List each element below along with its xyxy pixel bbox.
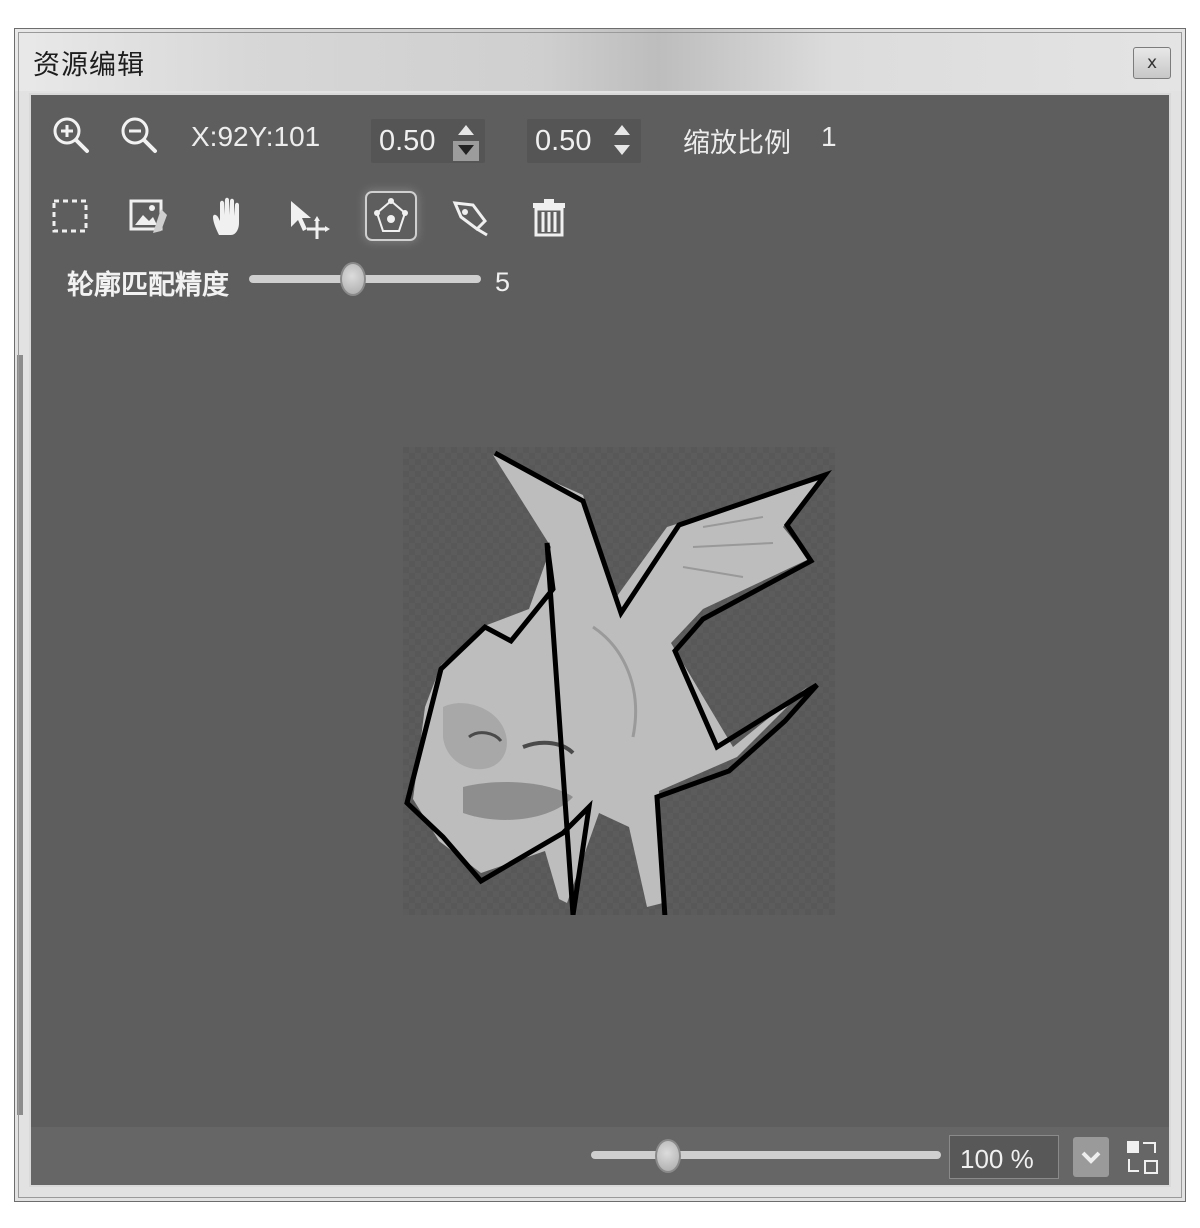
move-arrow-icon[interactable] <box>287 197 331 241</box>
spin-arrows-icon[interactable] <box>453 121 479 161</box>
pen-icon[interactable] <box>447 195 491 239</box>
scale-y-value: 0.50 <box>535 125 592 157</box>
resource-edit-window: 资源编辑 x X:92Y:101 0.50 0.50 缩放比例 1 轮廓匹配精度… <box>14 28 1186 1202</box>
editor-panel: X:92Y:101 0.50 0.50 缩放比例 1 轮廓匹配精度 5 100 … <box>17 93 1171 1187</box>
zoom-dropdown-button[interactable] <box>1073 1137 1109 1177</box>
scale-x-value: 0.50 <box>379 125 436 157</box>
zoom-slider[interactable] <box>591 1151 941 1159</box>
zoom-out-icon[interactable] <box>117 113 161 157</box>
contour-precision-label: 轮廓匹配精度 <box>67 270 229 300</box>
contour-icon[interactable] <box>369 195 413 239</box>
dragon-sprite-image <box>404 450 832 918</box>
contour-precision-slider-handle[interactable] <box>340 262 367 296</box>
scale-y-spinbox[interactable]: 0.50 <box>527 119 641 163</box>
image-edit-icon[interactable] <box>127 195 171 239</box>
fit-to-view-icon[interactable] <box>1125 1139 1159 1175</box>
zoom-slider-handle[interactable] <box>655 1139 681 1173</box>
scale-x-spinbox[interactable]: 0.50 <box>371 119 485 163</box>
chevron-down-icon <box>1081 1151 1101 1164</box>
spin-arrows-icon[interactable] <box>609 121 635 161</box>
rect-select-icon[interactable] <box>49 195 93 239</box>
hand-icon[interactable] <box>207 195 251 239</box>
sprite-canvas[interactable] <box>403 447 835 918</box>
contour-precision-value: 5 <box>495 267 511 297</box>
zoom-scale-label: 缩放比例 <box>683 128 791 158</box>
title-bar[interactable]: 资源编辑 x <box>15 29 1185 91</box>
trash-icon[interactable] <box>527 195 571 239</box>
zoom-percent-value: 100 % <box>960 1144 1034 1174</box>
zoom-scale-value: 1 <box>821 121 837 152</box>
cursor-coordinates: X:92Y:101 <box>191 121 321 152</box>
zoom-percent-input[interactable]: 100 % <box>949 1135 1059 1179</box>
window-title: 资源编辑 <box>33 50 145 80</box>
close-button[interactable]: x <box>1133 47 1171 79</box>
bottom-zoom-bar: 100 % <box>31 1127 1169 1185</box>
zoom-in-icon[interactable] <box>49 113 93 157</box>
